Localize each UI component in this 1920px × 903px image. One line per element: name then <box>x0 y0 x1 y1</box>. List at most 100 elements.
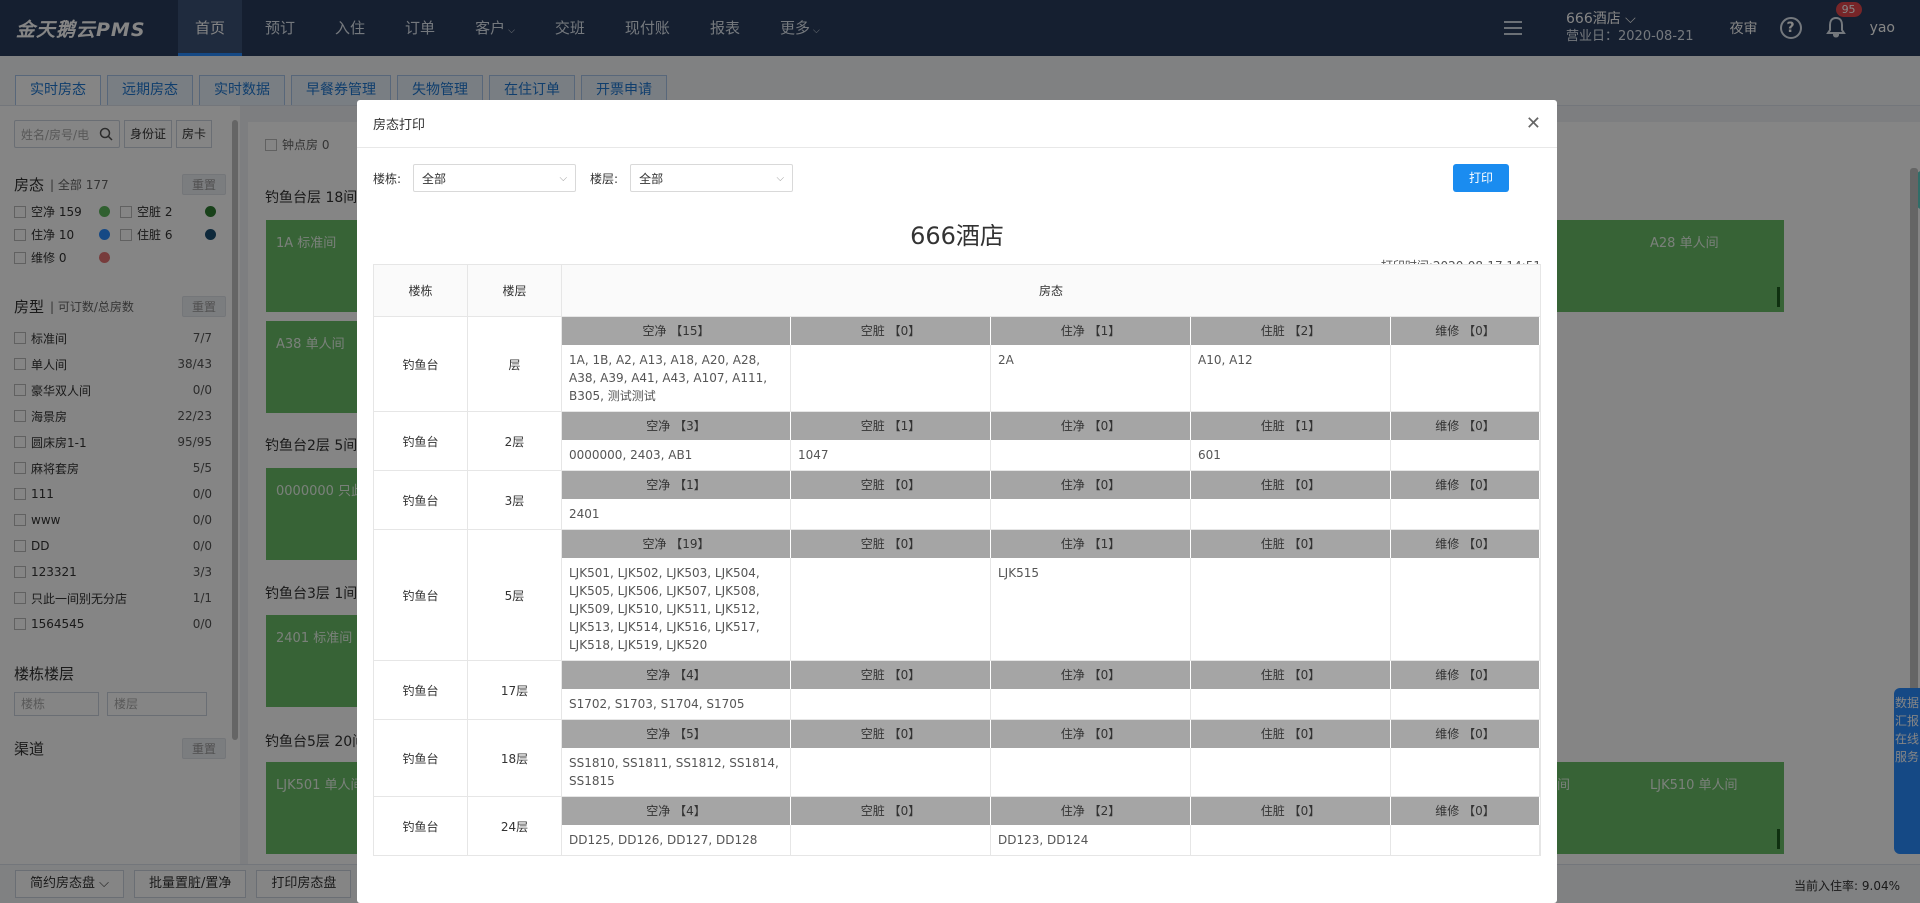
building-cell: 钓鱼台 <box>373 796 468 856</box>
building-cell: 钓鱼台 <box>373 719 468 797</box>
status-head-cell: 空净 【4】 <box>562 661 791 689</box>
room-list-cell: 601 <box>1191 440 1391 470</box>
status-head-cell: 维修 【0】 <box>1391 412 1540 440</box>
building-cell: 钓鱼台 <box>373 411 468 471</box>
room-list-cell <box>1191 825 1391 855</box>
room-list-cell <box>791 499 991 529</box>
room-list-cell: 1047 <box>791 440 991 470</box>
table-row: 钓鱼台层空净 【15】 空脏 【0】 住净 【1】 住脏 【2】 维修 【0】 1A, 1… <box>373 316 1541 412</box>
room-list-cell: DD123, DD124 <box>991 825 1191 855</box>
status-head-cell: 空脏 【0】 <box>791 720 991 748</box>
status-head-cell: 维修 【0】 <box>1391 661 1540 689</box>
status-cell: 空净 【1】 空脏 【0】 住净 【0】 住脏 【0】 维修 【0】 2401 <box>561 470 1541 530</box>
room-list-cell <box>1191 748 1391 796</box>
floor-filter-select[interactable]: 全部 ⌵ <box>630 164 794 192</box>
table-row: 钓鱼台 17层 空净 【4】 空脏 【0】 住净 【0】 住脏 【0】 维修 【0】 S170… <box>373 660 1541 720</box>
room-list-cell: 0000000, 2403, AB1 <box>562 440 791 470</box>
room-list-cell <box>1391 825 1540 855</box>
floor-cell: 18层 <box>467 719 562 797</box>
status-head-cell: 空净 【15】 <box>562 317 791 345</box>
status-head-cell: 空净 【4】 <box>562 797 791 825</box>
building-cell: 钓鱼台 <box>373 316 468 412</box>
room-list-cell <box>1391 748 1540 796</box>
print-button[interactable]: 打印 <box>1453 164 1509 192</box>
status-cell: 空净 【4】 空脏 【0】 住净 【2】 住脏 【0】 维修 【0】 DD125, DD1… <box>561 796 1541 856</box>
building-cell: 钓鱼台 <box>373 470 468 530</box>
status-cell: 空净 【19】 空脏 【0】 住净 【1】 住脏 【0】 维修 【0】 LJK501, L… <box>561 529 1541 661</box>
status-head-cell: 空脏 【0】 <box>791 471 991 499</box>
table-row: 钓鱼台 18层 空净 【5】 空脏 【0】 住净 【0】 住脏 【0】 维修 【0】 SS18… <box>373 719 1541 797</box>
status-head-cell: 住脏 【0】 <box>1191 471 1391 499</box>
building-filter-label: 楼栋: <box>373 171 402 186</box>
room-list-cell <box>1391 499 1540 529</box>
chevron-down-icon: ⌵ <box>776 172 785 184</box>
status-head-row: 空净 【4】 空脏 【0】 住净 【2】 住脏 【0】 维修 【0】 <box>562 797 1540 825</box>
status-body-row: S1702, S1703, S1704, S1705 <box>562 689 1540 719</box>
floor-cell: 24层 <box>467 796 562 856</box>
status-head-cell: 空脏 【0】 <box>791 661 991 689</box>
status-head-cell: 住净 【0】 <box>991 661 1191 689</box>
floor-cell: 17层 <box>467 660 562 720</box>
table-row: 钓鱼台 5层 空净 【19】 空脏 【0】 住净 【1】 住脏 【0】 维修 【0】 LJK5… <box>373 529 1541 661</box>
room-list-cell <box>791 558 991 660</box>
status-head-row: 空净 【5】 空脏 【0】 住净 【0】 住脏 【0】 维修 【0】 <box>562 720 1540 748</box>
room-list-cell <box>1391 689 1540 719</box>
status-cell: 空净 【5】 空脏 【0】 住净 【0】 住脏 【0】 维修 【0】 SS1810, SS… <box>561 719 1541 797</box>
floor-cell: 2层 <box>467 411 562 471</box>
building-cell: 钓鱼台 <box>373 660 468 720</box>
room-list-cell: A10, A12 <box>1191 345 1391 411</box>
status-cell: 空净 【15】 空脏 【0】 住净 【1】 住脏 【2】 维修 【0】 1A, 1B, A… <box>561 316 1541 412</box>
status-body-row: 2401 <box>562 499 1540 529</box>
room-status-print-dialog: 房态打印 ✕ 楼栋: 全部 ⌵ 楼层: 全部 ⌵ 打印 666酒店 打印时间:2… <box>357 100 1557 903</box>
status-cell: 空净 【3】 空脏 【1】 住净 【0】 住脏 【1】 维修 【0】 0000000, 2… <box>561 411 1541 471</box>
status-head-row: 空净 【4】 空脏 【0】 住净 【0】 住脏 【0】 维修 【0】 <box>562 661 1540 689</box>
room-list-cell <box>791 689 991 719</box>
room-list-cell <box>791 748 991 796</box>
status-head-cell: 空净 【5】 <box>562 720 791 748</box>
status-head-row: 空净 【1】 空脏 【0】 住净 【0】 住脏 【0】 维修 【0】 <box>562 471 1540 499</box>
table-row: 钓鱼台 2层 空净 【3】 空脏 【1】 住净 【0】 住脏 【1】 维修 【0】 00000… <box>373 411 1541 471</box>
dialog-toolbar: 楼栋: 全部 ⌵ 楼层: 全部 ⌵ 打印 <box>357 148 1557 208</box>
room-list-cell <box>991 440 1191 470</box>
status-head-cell: 住净 【0】 <box>991 412 1191 440</box>
status-head-cell: 住脏 【0】 <box>1191 797 1391 825</box>
room-list-cell <box>1391 558 1540 660</box>
building-filter-value: 全部 <box>422 171 447 186</box>
building-cell: 钓鱼台 <box>373 529 468 661</box>
col-header-building: 楼栋 <box>373 264 468 317</box>
dialog-title: 房态打印 <box>373 118 426 133</box>
room-list-cell <box>991 689 1191 719</box>
status-head-cell: 住净 【2】 <box>991 797 1191 825</box>
room-list-cell: LJK501, LJK502, LJK503, LJK504, LJK505, … <box>562 558 791 660</box>
status-head-cell: 空净 【3】 <box>562 412 791 440</box>
status-body-row: 1A, 1B, A2, A13, A18, A20, A28, A38, A39… <box>562 345 1540 411</box>
room-list-cell: SS1810, SS1811, SS1812, SS1814, SS1815 <box>562 748 791 796</box>
status-head-cell: 住净 【0】 <box>991 720 1191 748</box>
status-head-cell: 空净 【19】 <box>562 530 791 558</box>
floor-cell: 层 <box>467 316 562 412</box>
status-head-cell: 空脏 【0】 <box>791 530 991 558</box>
status-head-cell: 维修 【0】 <box>1391 471 1540 499</box>
floor-cell: 5层 <box>467 529 562 661</box>
status-head-cell: 住脏 【0】 <box>1191 530 1391 558</box>
room-list-cell <box>1391 345 1540 411</box>
room-list-cell <box>1191 689 1391 719</box>
status-body-row: LJK501, LJK502, LJK503, LJK504, LJK505, … <box>562 558 1540 660</box>
room-list-cell <box>1191 499 1391 529</box>
status-head-cell: 住净 【0】 <box>991 471 1191 499</box>
building-filter-select[interactable]: 全部 ⌵ <box>413 164 577 192</box>
status-head-row: 空净 【15】 空脏 【0】 住净 【1】 住脏 【2】 维修 【0】 <box>562 317 1540 345</box>
status-head-cell: 住净 【1】 <box>991 317 1191 345</box>
table-row: 钓鱼台 3层 空净 【1】 空脏 【0】 住净 【0】 住脏 【0】 维修 【0】 2401 <box>373 470 1541 530</box>
room-list-cell <box>791 825 991 855</box>
status-head-cell: 维修 【0】 <box>1391 720 1540 748</box>
room-list-cell: DD125, DD126, DD127, DD128 <box>562 825 791 855</box>
status-head-cell: 维修 【0】 <box>1391 317 1540 345</box>
status-body-row: DD125, DD126, DD127, DD128 DD123, DD124 <box>562 825 1540 855</box>
room-list-cell <box>991 748 1191 796</box>
status-head-cell: 空脏 【0】 <box>791 797 991 825</box>
room-list-cell: 2401 <box>562 499 791 529</box>
close-icon[interactable]: ✕ <box>1526 113 1541 134</box>
col-header-floor: 楼层 <box>467 264 562 317</box>
col-header-status: 房态 <box>561 264 1541 317</box>
